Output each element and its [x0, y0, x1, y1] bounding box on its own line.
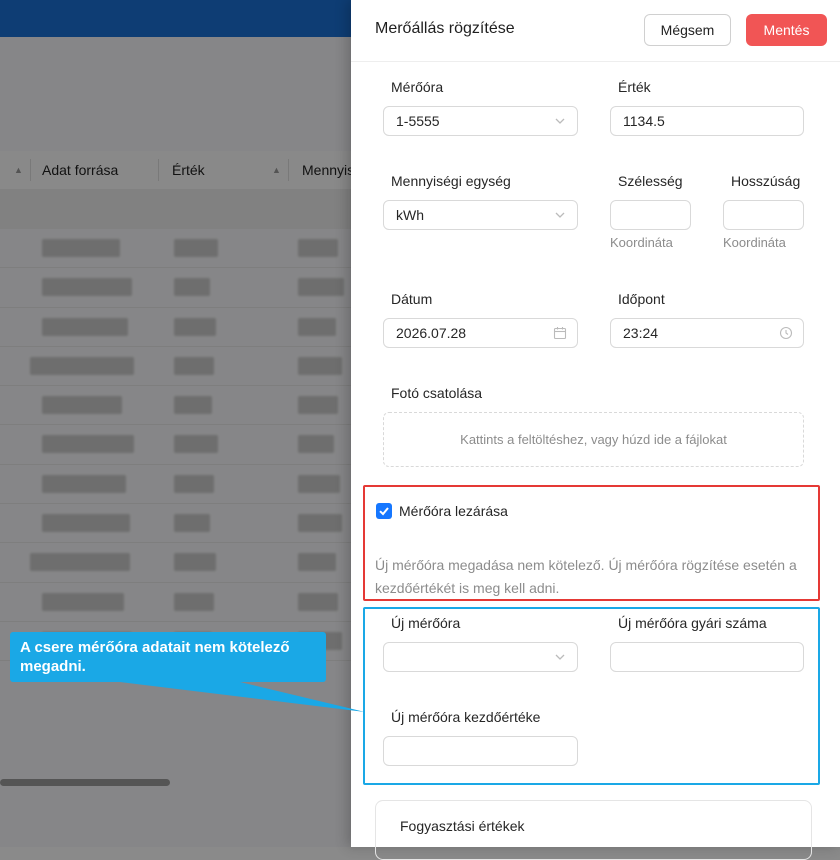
close-meter-label[interactable]: Mérőóra lezárása — [399, 503, 508, 519]
latitude-hint: Koordináta — [610, 235, 673, 250]
value-label: Érték — [618, 79, 651, 95]
clock-icon — [779, 326, 793, 340]
checkmark-icon — [379, 507, 389, 516]
callout-annotation: A csere mérőóra adatait nem kötelező meg… — [10, 632, 326, 682]
longitude-input[interactable] — [723, 200, 804, 230]
close-meter-note: Új mérőóra megadása nem kötelező. Új mér… — [375, 557, 797, 596]
meter-label: Mérőóra — [391, 79, 444, 95]
value-input[interactable]: 1134.5 — [610, 106, 804, 136]
photo-upload-dropzone[interactable]: Kattints a feltöltéshez, vagy húzd ide a… — [383, 412, 804, 467]
callout-text: A csere mérőóra adatait nem kötelező meg… — [20, 639, 290, 675]
calendar-icon — [553, 327, 567, 340]
chevron-down-icon — [555, 118, 565, 124]
cancel-button[interactable]: Mégsem — [644, 14, 731, 46]
time-picker-value: 23:24 — [623, 325, 659, 341]
close-meter-checkbox[interactable] — [376, 503, 392, 519]
consumption-card: Fogyasztási értékek — [375, 800, 812, 860]
date-picker-value: 2026.07.28 — [396, 325, 467, 341]
chevron-down-icon — [555, 212, 565, 218]
background-app: ▲ Adat forrása Érték ▲ Mennyis — [0, 0, 351, 847]
meter-select[interactable]: 1-5555 — [383, 106, 578, 136]
consumption-title: Fogyasztási értékek — [400, 818, 525, 834]
new-meter-highlight — [363, 607, 820, 785]
modal-overlay[interactable] — [0, 0, 351, 847]
unit-label: Mennyiségi egység — [391, 173, 511, 189]
photo-label: Fotó csatolása — [391, 385, 483, 401]
save-button[interactable]: Mentés — [746, 14, 827, 46]
latitude-label: Szélesség — [618, 173, 683, 189]
latitude-input[interactable] — [610, 200, 691, 230]
longitude-label: Hosszúság — [731, 173, 801, 189]
value-input-text: 1134.5 — [623, 113, 665, 129]
longitude-hint: Koordináta — [723, 235, 786, 250]
meter-select-value: 1-5555 — [396, 113, 440, 129]
date-label: Dátum — [391, 291, 433, 307]
date-picker[interactable]: 2026.07.28 — [383, 318, 578, 348]
unit-select[interactable]: kWh — [383, 200, 578, 230]
drawer-title: Merőállás rögzítése — [375, 20, 515, 37]
time-label: Időpont — [618, 291, 665, 307]
drawer-header: Merőállás rögzítése Mégsem Mentés — [351, 0, 840, 62]
time-picker[interactable]: 23:24 — [610, 318, 804, 348]
upload-hint-text: Kattints a feltöltéshez, vagy húzd ide a… — [460, 432, 727, 447]
unit-select-value: kWh — [396, 207, 424, 223]
